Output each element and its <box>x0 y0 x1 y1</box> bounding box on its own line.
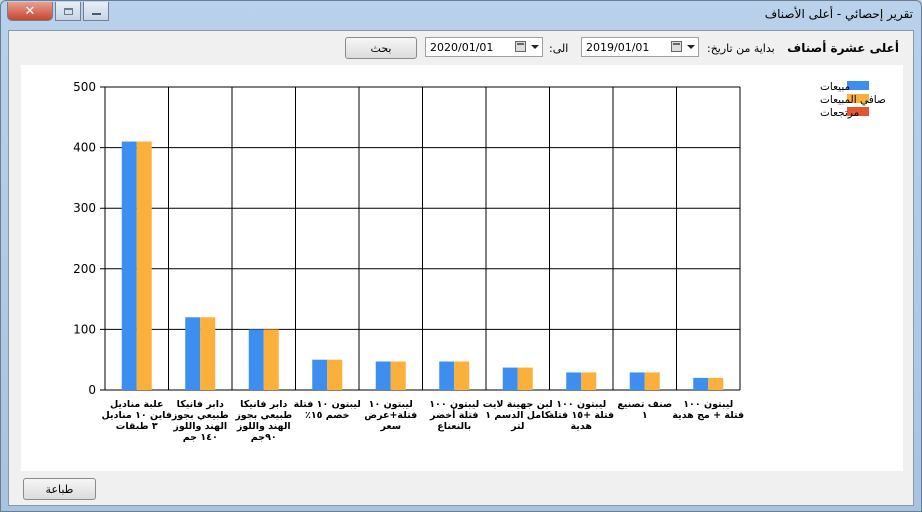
x-tick-label: طبيعي بجوز <box>171 410 229 421</box>
chevron-down-icon[interactable] <box>531 45 539 49</box>
search-button[interactable]: بحث <box>345 37 417 59</box>
legend-label: صافي المبيعات <box>820 94 886 106</box>
x-tick-label: ليبتون ١٠ <box>369 399 413 410</box>
bar-sales <box>375 361 391 390</box>
bar-sales <box>439 361 455 390</box>
y-tick-label: 300 <box>73 201 96 215</box>
x-tick-label: طبيعي بجوز <box>234 410 292 421</box>
chevron-down-icon[interactable] <box>687 45 695 49</box>
title-bar[interactable]: ✕ تقرير إحصائي - أعلى الأصناف <box>1 1 921 29</box>
x-tick-label: ٩٠جم <box>251 432 277 443</box>
bar-net-sales <box>454 361 470 390</box>
legend-swatch <box>847 81 869 90</box>
close-button[interactable]: ✕ <box>7 2 53 21</box>
maximize-icon <box>63 7 73 15</box>
to-date-picker[interactable]: 2020/01/01 <box>425 37 543 57</box>
bar-chart: 0 100 200 300 400 500 علبة مناديلفاين ١٠ منادي… <box>73 80 886 443</box>
to-date-label: الى: <box>549 42 569 55</box>
bar-net-sales <box>327 359 343 390</box>
bar-net-sales <box>136 141 152 390</box>
window-title: تقرير إحصائي - أعلى الأصناف <box>764 7 913 21</box>
x-tick-label: دابر فانيكا <box>177 399 224 410</box>
x-tick-label: ١٤٠ جم <box>183 432 218 443</box>
chart-area: 0 100 200 300 400 500 علبة مناديل فاين ١٠ منادي… <box>21 65 903 471</box>
x-tick-label: فتلة+عرض <box>364 410 417 421</box>
from-date-label: بداية من تاريخ: <box>707 42 775 55</box>
x-tick-label: ليبتون ١٠٠ <box>429 399 479 410</box>
x-tick-label: لتر <box>510 421 524 432</box>
calendar-icon[interactable] <box>671 41 682 52</box>
bar-sales <box>121 141 137 390</box>
y-tick-label: 400 <box>73 141 96 155</box>
client-area: أعلى عشرة أصناف بداية من تاريخ: 2019/01/… <box>8 30 914 506</box>
x-tick-label: لبن جهينة لايت <box>483 399 553 410</box>
bar-sales <box>248 329 264 390</box>
x-tick-label: كامل الدسم ١ <box>485 410 550 421</box>
x-tick-label: سعر <box>379 421 401 432</box>
x-tick-label: فتلة +١٥ فتلة <box>548 410 614 421</box>
y-tick-label: 100 <box>73 322 96 336</box>
close-icon: ✕ <box>24 3 36 19</box>
bar-sales <box>629 372 645 390</box>
to-date-value: 2020/01/01 <box>430 41 494 54</box>
bar-sales <box>502 367 518 390</box>
x-tick-label: ١ <box>642 410 648 421</box>
bar-net-sales <box>263 329 279 390</box>
bar-net-sales <box>644 372 660 390</box>
x-tick-label: دابر فانيكا <box>240 399 287 410</box>
x-tick-label: ليبتون ١٠ فتلة <box>294 399 361 410</box>
x-tick-label: الهند واللوز <box>172 421 227 432</box>
x-tick-label: ليبتون ١٠٠ <box>683 399 733 410</box>
calendar-icon[interactable] <box>515 41 526 52</box>
bar-net-sales <box>581 372 597 390</box>
x-tick-label: بالنعناع <box>437 421 471 432</box>
bar-sales <box>693 377 709 390</box>
y-tick-label: 0 <box>88 383 96 397</box>
x-tick-label: ليبتون ١٠٠ <box>556 399 606 410</box>
x-tick-label: ٣ طبقات <box>116 421 158 432</box>
x-tick-label: الهند واللوز <box>236 421 291 432</box>
x-tick-label: خصم ١٥٪ <box>305 410 349 421</box>
legend-label: مبيعات <box>820 81 850 93</box>
legend-label: مرتجعات <box>820 107 859 119</box>
minimize-icon <box>91 13 101 15</box>
page-title: أعلى عشرة أصناف <box>787 41 899 55</box>
maximize-button[interactable] <box>55 2 81 21</box>
bar-sales <box>566 372 582 390</box>
print-button[interactable]: طباعة <box>23 478 96 500</box>
minimize-button[interactable] <box>83 2 109 21</box>
bar-net-sales <box>708 377 724 390</box>
x-tick-label: علبة مناديل <box>110 399 164 410</box>
from-date-picker[interactable]: 2019/01/01 <box>581 37 699 57</box>
bar-net-sales <box>200 317 216 390</box>
y-tick-label: 200 <box>73 262 96 276</box>
x-tick-label: فتلة أخضر <box>429 408 478 421</box>
y-tick-label: 500 <box>73 80 96 94</box>
bar-net-sales <box>390 361 406 390</box>
from-date-value: 2019/01/01 <box>586 41 650 54</box>
bar-net-sales <box>517 367 533 390</box>
x-tick-label: صنف تصنيع <box>617 399 672 410</box>
x-tick-label: فاين ١٠ مناديل <box>102 410 172 421</box>
x-tick-label: فتلة + مج هدية <box>672 410 744 421</box>
x-tick-label: هدية <box>571 421 593 432</box>
report-window: ✕ تقرير إحصائي - أعلى الأصناف أعلى عشرة … <box>0 0 922 512</box>
bar-sales <box>185 317 201 390</box>
bar-sales <box>312 359 328 390</box>
